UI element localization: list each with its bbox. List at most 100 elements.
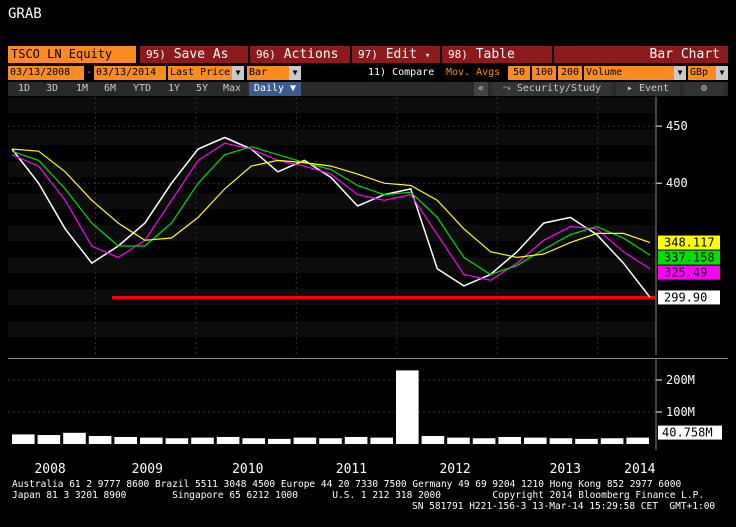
- grid-band: [8, 193, 656, 209]
- x-axis-label: 2014: [624, 462, 655, 477]
- price-tick-label: 400: [666, 176, 688, 190]
- ma100-last-label: 337.158: [658, 250, 720, 265]
- price-last-label: 299.90: [658, 290, 720, 305]
- volume-bar: [344, 436, 368, 444]
- event-button[interactable]: ▸ Event: [616, 82, 680, 96]
- x-axis-label: 2010: [232, 462, 263, 477]
- event-label: Event: [638, 83, 670, 94]
- gear-icon[interactable]: ⚙: [684, 82, 724, 96]
- volume-bar: [88, 436, 112, 444]
- save-as-num: 95): [146, 48, 166, 61]
- event-icon: ▸: [626, 83, 633, 94]
- grid-band: [8, 257, 656, 273]
- chart-style-select[interactable]: Bar: [247, 66, 289, 80]
- price-field-select[interactable]: Last Price: [168, 66, 232, 80]
- tab-3d[interactable]: 3D: [40, 82, 64, 96]
- volume-top-border: [8, 358, 728, 359]
- edit-button[interactable]: 97) Edit ▾: [352, 46, 440, 63]
- end-date-field[interactable]: 03/13/2014: [94, 66, 166, 80]
- price-chart[interactable]: 450 400 348.117337.158325.49 299.90: [8, 97, 728, 355]
- x-axis-label: 2009: [132, 462, 163, 477]
- table-button[interactable]: 98) Table: [442, 46, 552, 63]
- footer-session: SN 581791 H221-156-3 13-Mar-14 15:29:58 …: [412, 501, 716, 512]
- volume-bar: [242, 438, 265, 444]
- tab-1d[interactable]: 1D: [12, 82, 36, 96]
- footer-contacts-1: Australia 61 2 9777 8600 Brazil 5511 304…: [12, 479, 682, 490]
- volume-bar: [63, 432, 86, 444]
- price-field-dropdown-icon[interactable]: ▼: [232, 66, 244, 80]
- x-axis-label: 2013: [550, 462, 581, 477]
- mov-avg-50-field[interactable]: 50: [508, 66, 530, 80]
- frequency-dropdown-icon: ▼: [290, 83, 297, 94]
- frequency-select[interactable]: Daily ▼: [249, 82, 301, 96]
- frequency-label: Daily: [253, 83, 285, 94]
- ticker-field[interactable]: TSCO LN Equity: [8, 46, 136, 63]
- currency-select[interactable]: GBp: [688, 66, 716, 80]
- save-as-button[interactable]: 95) Save As: [140, 46, 248, 63]
- x-axis-label: 2012: [439, 462, 470, 477]
- compare-button[interactable]: 11) Compare: [368, 66, 440, 80]
- actions-label: Actions: [283, 47, 339, 62]
- grid-band: [8, 129, 656, 145]
- x-axis-label: 2011: [336, 462, 367, 477]
- mov-avgs-label: Mov. Avgs: [446, 67, 501, 78]
- mov-avg-100-field[interactable]: 100: [532, 66, 556, 80]
- volume-last-label: 40.758M: [658, 425, 722, 440]
- save-as-label: Save As: [173, 47, 229, 62]
- security-study-label: Security/Study: [516, 83, 602, 94]
- volume-bar: [575, 438, 598, 444]
- volume-bar: [498, 436, 521, 444]
- lower-field-select[interactable]: Volume: [584, 66, 674, 80]
- volume-last-text: 40.758M: [662, 426, 713, 440]
- mov-avg-200-field[interactable]: 200: [558, 66, 582, 80]
- tab-5y[interactable]: 5Y: [190, 82, 214, 96]
- volume-bar: [191, 437, 214, 444]
- volume-bar: [447, 437, 470, 444]
- volume-bar: [165, 438, 189, 444]
- volume-chart[interactable]: 200M 100M 40.758M: [8, 358, 728, 450]
- volume-bar: [600, 438, 624, 444]
- lower-field-dropdown-icon[interactable]: ▼: [674, 66, 686, 80]
- table-label: Table: [475, 47, 515, 62]
- footer-contacts-2: Japan 81 3 3201 8900 Singapore 65 6212 1…: [12, 490, 705, 501]
- tab-6m[interactable]: 6M: [98, 82, 122, 96]
- tab-max[interactable]: Max: [218, 82, 246, 96]
- volume-bar: [216, 436, 240, 444]
- volume-bar: [293, 437, 317, 444]
- tab-ytd[interactable]: YTD: [128, 82, 156, 96]
- bar-chart-title: Bar Chart: [554, 46, 728, 63]
- currency-dropdown-icon[interactable]: ▼: [716, 66, 728, 80]
- grid-band: [8, 321, 656, 337]
- x-axis-label: 2008: [34, 462, 65, 477]
- actions-button[interactable]: 96) Actions ▾: [250, 46, 350, 78]
- table-num: 98): [448, 48, 468, 61]
- security-study-icon: ⤳: [502, 83, 511, 94]
- edit-dropdown-icon: ▾: [424, 51, 431, 61]
- grid-band: [8, 97, 656, 113]
- ma50-last-label: 325.49: [658, 265, 720, 280]
- chart-style-dropdown-icon[interactable]: ▼: [289, 66, 301, 80]
- price-last-label-text: 299.90: [664, 290, 707, 304]
- volume-bar: [549, 438, 573, 444]
- edit-label: Edit: [385, 47, 418, 62]
- tab-1m[interactable]: 1M: [70, 82, 94, 96]
- volume-bar: [421, 436, 445, 444]
- start-date-field[interactable]: 03/13/2008: [8, 66, 84, 80]
- date-separator: -: [86, 67, 93, 78]
- volume-bar: [114, 436, 137, 444]
- volume-bar: [319, 438, 342, 444]
- actions-num: 96): [256, 48, 276, 61]
- volume-tick-label: 200M: [666, 373, 695, 387]
- volume-bar: [524, 437, 547, 444]
- security-study-button[interactable]: ⤳ Security/Study: [492, 82, 612, 96]
- price-tick-label: 450: [666, 119, 688, 133]
- ma200-last-label-text: 348.117: [664, 236, 715, 250]
- tab-1y[interactable]: 1Y: [162, 82, 186, 96]
- ma200-last-label: 348.117: [658, 235, 720, 250]
- scroll-left-icon[interactable]: «: [474, 82, 488, 96]
- ma50-last-label-text: 325.49: [664, 266, 707, 280]
- edit-num: 97): [358, 48, 378, 61]
- volume-bar: [472, 438, 496, 444]
- window-title: GRAB: [8, 6, 42, 22]
- volume-bar: [370, 437, 393, 444]
